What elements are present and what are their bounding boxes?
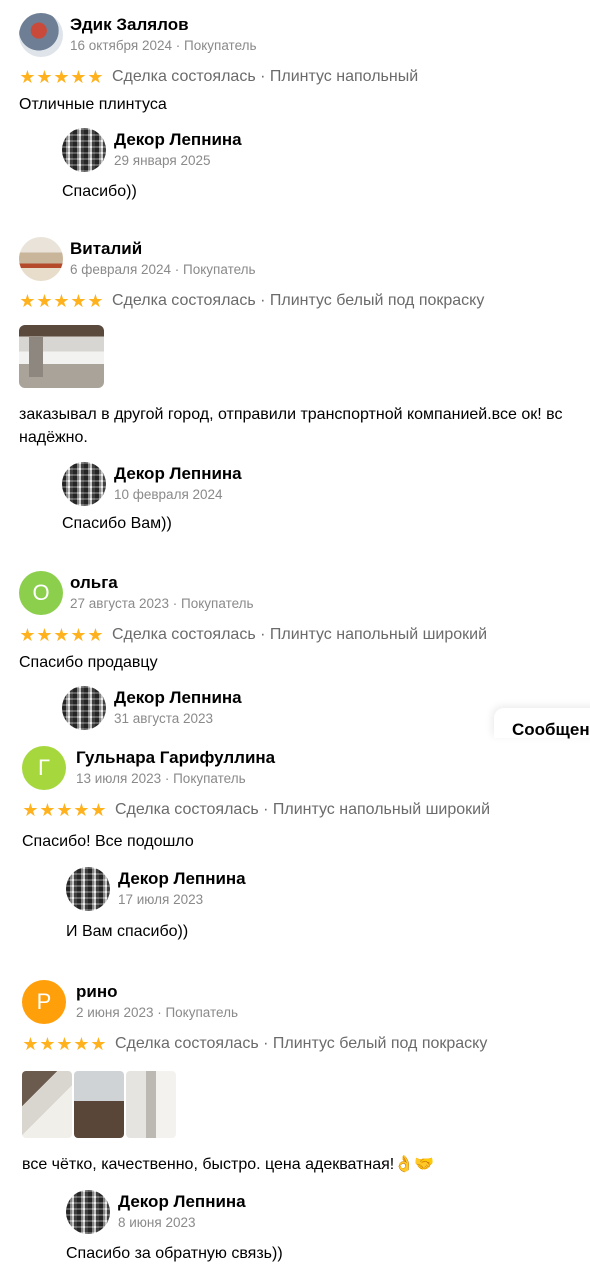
avatar-letter: Г (38, 755, 50, 780)
rating-row: ★ ★ ★ ★ ★ Сделка состоялась · Плинтус наполь… (19, 626, 487, 644)
seller-name[interactable]: Декор Лепнина (114, 688, 242, 708)
star-icon: ★ (56, 800, 73, 820)
seller-name[interactable]: Декор Лепнина (114, 130, 242, 150)
reply-date: 31 августа 2023 (114, 711, 214, 726)
deal-info: Сделка состоялась · Плинтус напольный ши… (115, 801, 491, 818)
star-icon: ★ (53, 67, 70, 87)
reviewer-name[interactable]: Гульнара Гарифуллина (76, 748, 275, 768)
review-text: Спасибо продавцу (19, 654, 158, 671)
seller-avatar[interactable] (62, 462, 106, 506)
star-icon: ★ (22, 1034, 39, 1054)
deal-info: Сделка состоялась · Плинтус напольный (112, 68, 419, 85)
star-rating: ★ ★ ★ ★ ★ (22, 801, 107, 819)
review-text: заказывал в другой город, отправили тран… (19, 406, 563, 423)
star-rating: ★ ★ ★ ★ ★ (19, 292, 104, 310)
reply-date: 10 февраля 2024 (114, 487, 223, 502)
messages-button[interactable]: Сообщения (494, 708, 590, 739)
review-meta: 16 октября 2024 · Покупатель (70, 38, 257, 53)
star-rating: ★ ★ ★ ★ ★ (22, 1035, 107, 1053)
user-avatar[interactable]: О (19, 571, 63, 615)
review-card: Г Гульнара Гарифуллина 13 июля 2023 · По… (0, 745, 590, 940)
star-icon: ★ (19, 67, 36, 87)
star-icon: ★ (70, 625, 87, 645)
user-avatar[interactable] (19, 237, 63, 281)
reply-text: И Вам спасибо)) (66, 923, 189, 940)
reviewer-name[interactable]: Эдик Залялов (70, 15, 189, 35)
avatar-letter: Р (36, 989, 52, 1014)
review-photos (22, 1071, 176, 1138)
user-avatar[interactable] (19, 13, 63, 57)
seller-avatar[interactable] (62, 128, 106, 172)
review-photo[interactable] (74, 1071, 124, 1138)
star-rating: ★ ★ ★ ★ ★ (19, 626, 104, 644)
star-icon: ★ (39, 1034, 56, 1054)
rating-row: ★ ★ ★ ★ ★ Сделка состоялась · Плинтус наполь… (19, 68, 418, 86)
star-icon: ★ (19, 625, 36, 645)
review-text: надёжно. (19, 429, 88, 446)
reviewer-name[interactable]: Виталий (70, 239, 142, 259)
review-meta: 13 июля 2023 · Покупатель (76, 771, 246, 786)
star-icon: ★ (87, 625, 104, 645)
rating-row: ★ ★ ★ ★ ★ Сделка состоялась · Плинтус белый … (22, 1035, 487, 1053)
reply-text: Спасибо Вам)) (62, 515, 172, 532)
reply-date: 17 июля 2023 (118, 892, 204, 907)
star-icon: ★ (90, 800, 107, 820)
reviewer-name[interactable]: ольга (70, 573, 118, 593)
star-icon: ★ (53, 625, 70, 645)
review-meta: 27 августа 2023 · Покупатель (70, 596, 254, 611)
star-icon: ★ (73, 800, 90, 820)
seller-avatar[interactable] (62, 686, 106, 730)
seller-name[interactable]: Декор Лепнина (118, 869, 246, 889)
star-icon: ★ (19, 291, 36, 311)
star-icon: ★ (53, 291, 70, 311)
deal-info: Сделка состоялась · Плинтус белый под по… (115, 1035, 488, 1052)
review-text: все чётко, качественно, быстро. цена аде… (22, 1156, 435, 1173)
star-icon: ★ (39, 800, 56, 820)
review-text: Спасибо! Все подошло (22, 833, 194, 850)
user-avatar[interactable]: Р (22, 980, 66, 1024)
messages-label: Сообщения (512, 720, 590, 739)
reply-text: Спасибо за обратную связь)) (66, 1245, 283, 1262)
star-icon: ★ (90, 1034, 107, 1054)
star-icon: ★ (36, 625, 53, 645)
reply-date: 29 января 2025 (114, 153, 211, 168)
reviewer-name[interactable]: рино (76, 982, 118, 1002)
review-text: Отличные плинтуса (19, 96, 167, 113)
deal-info: Сделка состоялась · Плинтус белый под по… (112, 292, 485, 309)
reply-text: Спасибо)) (62, 183, 137, 200)
star-icon: ★ (70, 291, 87, 311)
star-icon: ★ (36, 67, 53, 87)
review-meta: 2 июня 2023 · Покупатель (76, 1005, 239, 1020)
seller-name[interactable]: Декор Лепнина (114, 464, 242, 484)
reply-date: 8 июня 2023 (118, 1215, 196, 1230)
user-avatar[interactable]: Г (22, 746, 66, 790)
star-icon: ★ (22, 800, 39, 820)
review-meta: 6 февраля 2024 · Покупатель (70, 262, 256, 277)
star-icon: ★ (56, 1034, 73, 1054)
review-photo[interactable] (126, 1071, 176, 1138)
review-photo[interactable] (22, 1071, 72, 1138)
star-icon: ★ (87, 67, 104, 87)
star-icon: ★ (70, 67, 87, 87)
star-rating: ★ ★ ★ ★ ★ (19, 68, 104, 86)
rating-row: ★ ★ ★ ★ ★ Сделка состоялась · Плинтус белый … (19, 292, 484, 310)
review-photo[interactable] (19, 325, 104, 388)
deal-info: Сделка состоялась · Плинтус напольный ши… (112, 626, 488, 643)
star-icon: ★ (36, 291, 53, 311)
rating-row: ★ ★ ★ ★ ★ Сделка состоялась · Плинтус наполь… (22, 801, 490, 819)
seller-avatar[interactable] (66, 867, 110, 911)
seller-name[interactable]: Декор Лепнина (118, 1192, 246, 1212)
avatar-letter: О (32, 580, 50, 605)
star-icon: ★ (73, 1034, 90, 1054)
seller-avatar[interactable] (66, 1190, 110, 1234)
star-icon: ★ (87, 291, 104, 311)
review-photos (19, 325, 104, 388)
